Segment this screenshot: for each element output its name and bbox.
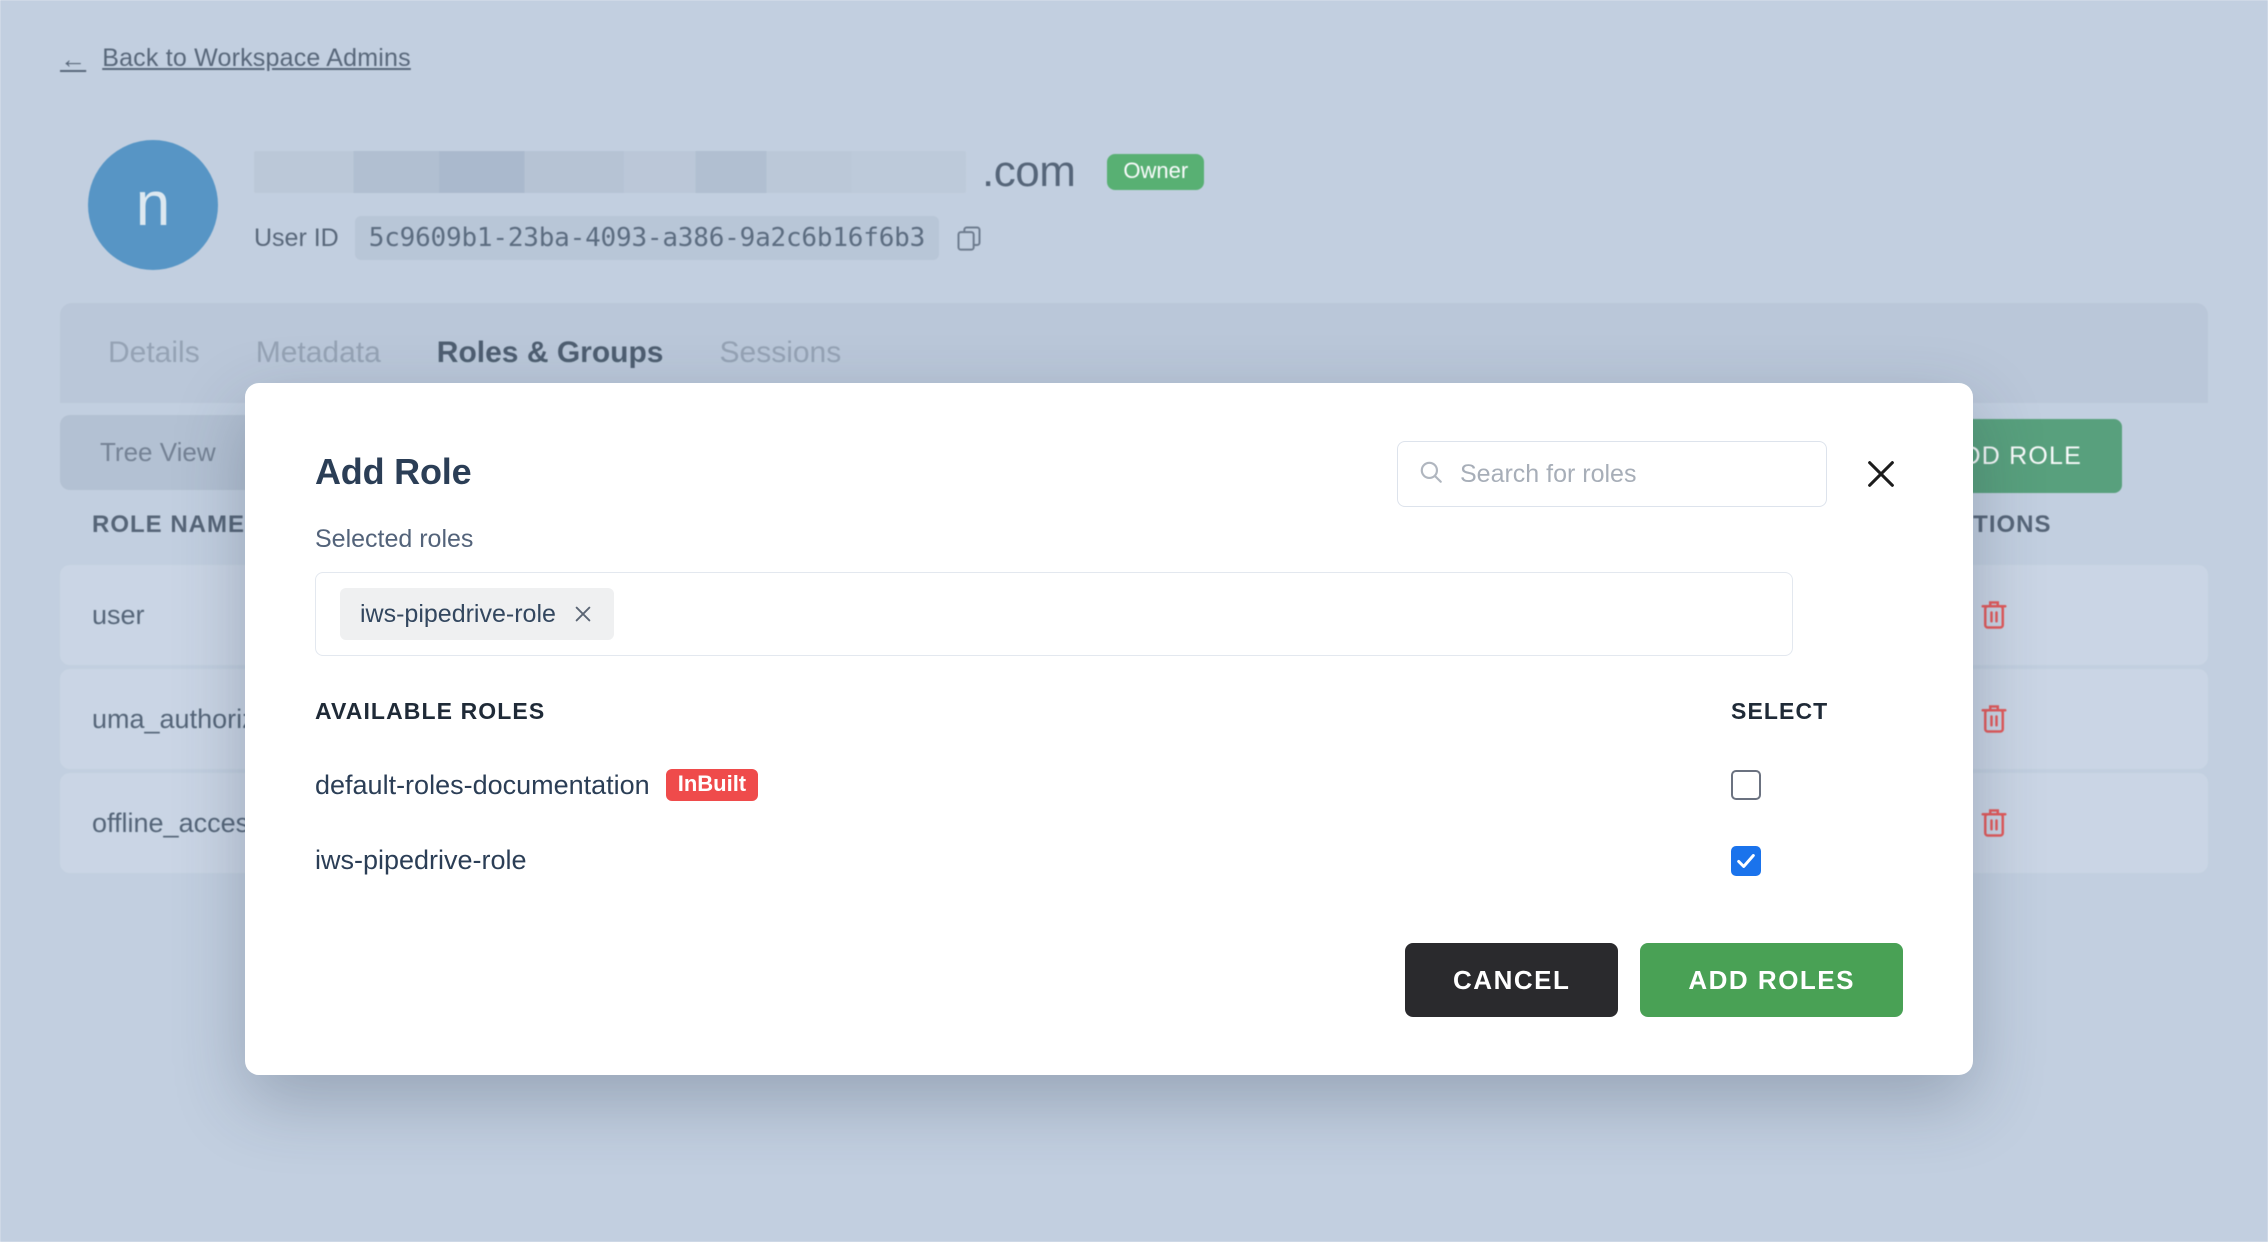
modal-header-controls — [1397, 429, 1903, 507]
available-roles-column-label: AVAILABLE ROLES — [315, 698, 546, 724]
list-item[interactable]: iws-pipedrive-role — [315, 845, 1903, 876]
available-role-name-wrap: default-roles-documentation InBuilt — [315, 769, 759, 801]
search-icon — [1418, 459, 1444, 490]
available-role-name: default-roles-documentation — [315, 769, 650, 800]
modal-footer-actions: CANCEL ADD ROLES — [1405, 943, 1903, 1017]
role-checkbox-unchecked[interactable] — [1731, 770, 1761, 800]
available-role-name: iws-pipedrive-role — [315, 845, 527, 875]
add-roles-button[interactable]: ADD ROLES — [1640, 943, 1903, 1017]
selected-roles-box[interactable]: iws-pipedrive-role — [315, 572, 1793, 656]
available-roles-header: AVAILABLE ROLES SELECT — [315, 698, 1903, 725]
modal-title: Add Role — [315, 451, 472, 492]
selected-role-chip: iws-pipedrive-role — [340, 588, 614, 640]
close-small-icon[interactable] — [572, 603, 594, 625]
list-item[interactable]: default-roles-documentation InBuilt — [315, 769, 1903, 801]
role-checkbox-checked[interactable] — [1731, 845, 1761, 876]
select-cell — [1731, 845, 1891, 876]
available-role-name-wrap: iws-pipedrive-role — [315, 845, 527, 876]
select-column-label: SELECT — [1731, 698, 1829, 724]
modal-header: Add Role — [315, 429, 1903, 507]
selected-role-chip-label: iws-pipedrive-role — [360, 599, 556, 628]
cancel-button[interactable]: CANCEL — [1405, 943, 1619, 1017]
select-cell — [1731, 770, 1891, 800]
inbuilt-badge: InBuilt — [665, 769, 759, 801]
add-role-modal: Add Role Selec — [245, 383, 1973, 1075]
search-box[interactable] — [1397, 441, 1827, 507]
selected-roles-label: Selected roles — [315, 525, 474, 553]
search-input[interactable] — [1460, 459, 1806, 489]
close-modal-button[interactable] — [1859, 452, 1903, 496]
app-root: ← Back to Workspace Admins n .com Owner … — [0, 0, 2268, 1242]
